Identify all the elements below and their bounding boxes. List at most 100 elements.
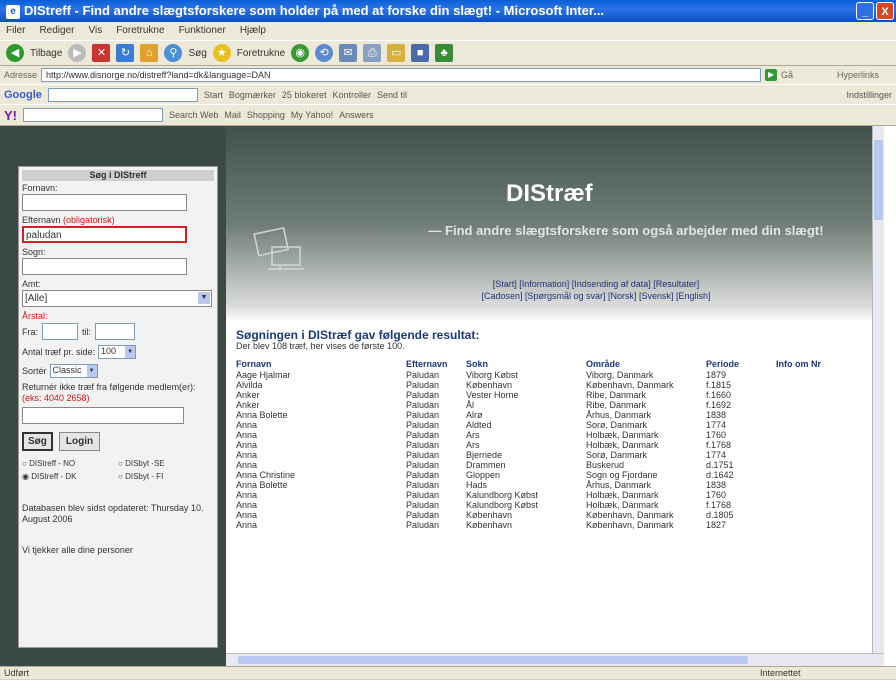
google-blocked-button[interactable]: 25 blokeret (282, 90, 327, 100)
links-label[interactable]: Hyperlinks (837, 70, 879, 80)
google-search-input[interactable] (47, 87, 198, 102)
chevron-down-icon[interactable]: ▼ (86, 365, 97, 377)
cell-fornavn[interactable]: Anna Bolette (234, 410, 404, 420)
nav-links-line-2[interactable]: [Cadosen] [Spørgsmål og svar] [Norsk] [S… (386, 290, 806, 302)
chevron-down-icon[interactable]: ▼ (198, 292, 210, 304)
print-icon[interactable]: ⎙ (363, 44, 382, 62)
table-row[interactable]: Anna Bolette Paludan Hads Århus, Danmark 183… (234, 480, 884, 490)
google-send-button[interactable]: Send til (377, 90, 407, 100)
cell-fornavn[interactable]: Anna Bolette (234, 480, 404, 490)
vertical-scrollbar[interactable] (872, 126, 884, 653)
returner-input[interactable] (22, 407, 184, 424)
radio-distreff-no[interactable]: ○ DIStreff - NO (22, 459, 118, 468)
close-button[interactable]: X (876, 2, 894, 20)
sogn-input[interactable] (22, 258, 187, 275)
menu-favorites[interactable]: Foretrukne (116, 22, 164, 40)
favorites-button-label[interactable]: Foretrukne (237, 48, 285, 59)
yahoo-answers-button[interactable]: Answers (339, 110, 374, 120)
nav-links-line-1[interactable]: [Start] [Information] [Indsending af dat… (386, 278, 806, 290)
login-button[interactable]: Login (58, 432, 101, 451)
table-row[interactable]: Anker Paludan Ål Ribe, Danmark f.1692 (234, 400, 884, 410)
menu-tools[interactable]: Funktioner (179, 22, 226, 40)
radio-disbyt-se[interactable]: ○ DISbyt -SE (118, 459, 214, 468)
table-row[interactable]: Anna Paludan København København, Danmark 18… (234, 520, 884, 530)
address-input[interactable]: http://www.disnorge.no/distreff?land=dk&… (41, 68, 762, 82)
stop-icon[interactable]: ✕ (92, 44, 111, 62)
amt-select[interactable]: [Alle] ▼ (22, 290, 212, 307)
cell-fornavn[interactable]: Anna (234, 420, 404, 430)
back-button-label[interactable]: Tilbage (30, 48, 62, 59)
cell-fornavn[interactable]: Anna (234, 500, 404, 510)
menu-file[interactable]: Filer (6, 22, 25, 40)
cell-fornavn[interactable]: Anna (234, 440, 404, 450)
col-omrade[interactable]: Område (584, 358, 704, 370)
mail-icon[interactable]: ✉ (339, 44, 358, 62)
radio-distreff-dk[interactable]: ◉ DIStreff - DK (22, 472, 118, 481)
vertical-scroll-thumb[interactable] (874, 140, 883, 220)
chevron-down-icon[interactable]: ▼ (125, 346, 136, 358)
horizontal-scroll-thumb[interactable] (238, 656, 748, 664)
table-row[interactable]: Anna Paludan Aldted Sorø, Danmark 1774 (234, 420, 884, 430)
table-row[interactable]: Anna Bolette Paludan Alrø Århus, Danmark 183… (234, 410, 884, 420)
google-start-button[interactable]: Start (204, 90, 223, 100)
table-row[interactable]: Anna Paludan Ars Holbæk, Danmark 1760 (234, 430, 884, 440)
horizontal-scrollbar[interactable] (226, 653, 884, 666)
table-row[interactable]: Anna Paludan Kalundborg Købst Holbæk, Danma… (234, 500, 884, 510)
google-check-button[interactable]: Kontroller (332, 90, 371, 100)
favorites-star-icon[interactable]: ★ (212, 44, 231, 62)
efternavn-input[interactable]: paludan (22, 226, 187, 243)
go-button[interactable]: Gå (781, 70, 793, 80)
cell-fornavn[interactable]: Aage Hjalmar (234, 370, 404, 380)
home-icon[interactable]: ⌂ (140, 44, 159, 62)
yahoo-mail-button[interactable]: Mail (224, 110, 241, 120)
yahoo-myyahoo-button[interactable]: My Yahoo! (291, 110, 333, 120)
go-arrow-icon[interactable]: ▶ (765, 69, 778, 81)
table-row[interactable]: Anna Christine Paludan Gloppen Sogn og Fjor… (234, 470, 884, 480)
table-row[interactable]: Anna Paludan København København, Danmark d.… (234, 510, 884, 520)
cell-fornavn[interactable]: Anna (234, 490, 404, 500)
col-info[interactable]: Info om Nr (774, 358, 884, 370)
cell-fornavn[interactable]: Anker (234, 400, 404, 410)
table-row[interactable]: Anna Paludan Kalundborg Købst Holbæk, Danma… (234, 490, 884, 500)
table-row[interactable]: Anna Paludan Bjernede Sorø, Danmark 1774 (234, 450, 884, 460)
cell-fornavn[interactable]: Anna (234, 510, 404, 520)
cell-fornavn[interactable]: Anna (234, 450, 404, 460)
yahoo-shopping-button[interactable]: Shopping (247, 110, 285, 120)
table-row[interactable]: Alvilda Paludan København København, Danmar… (234, 380, 884, 390)
forward-arrow-icon[interactable]: ▶ (68, 44, 87, 62)
menu-edit[interactable]: Rediger (39, 22, 74, 40)
yahoo-search-web-button[interactable]: Search Web (169, 110, 218, 120)
radio-disbyt-fi[interactable]: ○ DISbyt - FI (118, 472, 214, 481)
sort-select[interactable]: Classic ▼ (49, 364, 98, 378)
cell-fornavn[interactable]: Anna (234, 430, 404, 440)
cell-fornavn[interactable]: Anna Christine (234, 470, 404, 480)
menu-view[interactable]: Vis (88, 22, 102, 40)
google-bookmarks-button[interactable]: Bogmærker (229, 90, 276, 100)
cell-fornavn[interactable]: Alvilda (234, 380, 404, 390)
fornavn-input[interactable] (22, 194, 187, 211)
table-row[interactable]: Anna Paludan Ars Holbæk, Danmark f.1768 (234, 440, 884, 450)
cell-fornavn[interactable]: Anna (234, 460, 404, 470)
col-sokn[interactable]: Sokn (464, 358, 584, 370)
minimize-button[interactable]: _ (856, 2, 874, 20)
table-row[interactable]: Anna Paludan Drammen Buskerud d.1751 (234, 460, 884, 470)
back-arrow-icon[interactable]: ◀ (6, 44, 24, 62)
col-efternavn[interactable]: Efternavn (404, 358, 464, 370)
google-settings-button[interactable]: Indstillinger (846, 90, 892, 100)
history-icon[interactable]: ⟲ (315, 44, 334, 62)
tools-icon[interactable]: ♣ (435, 44, 454, 62)
cell-fornavn[interactable]: Anna (234, 520, 404, 530)
table-row[interactable]: Anker Paludan Vester Horne Ribe, Danmark f.1… (234, 390, 884, 400)
search-button-label[interactable]: Søg (188, 48, 206, 59)
folder-icon[interactable]: ▭ (387, 44, 406, 62)
col-fornavn[interactable]: Fornavn (234, 358, 404, 370)
cell-fornavn[interactable]: Anker (234, 390, 404, 400)
messenger-icon[interactable]: ■ (411, 44, 430, 62)
yahoo-search-input[interactable] (23, 108, 163, 122)
refresh-icon[interactable]: ↻ (116, 44, 135, 62)
media-icon[interactable]: ◉ (291, 44, 310, 62)
table-row[interactable]: Aage Hjalmar Paludan Viborg Købst Viborg, D… (234, 370, 884, 380)
til-input[interactable] (95, 323, 136, 340)
antal-select[interactable]: 100 ▼ (98, 345, 137, 359)
col-periode[interactable]: Periode (704, 358, 774, 370)
